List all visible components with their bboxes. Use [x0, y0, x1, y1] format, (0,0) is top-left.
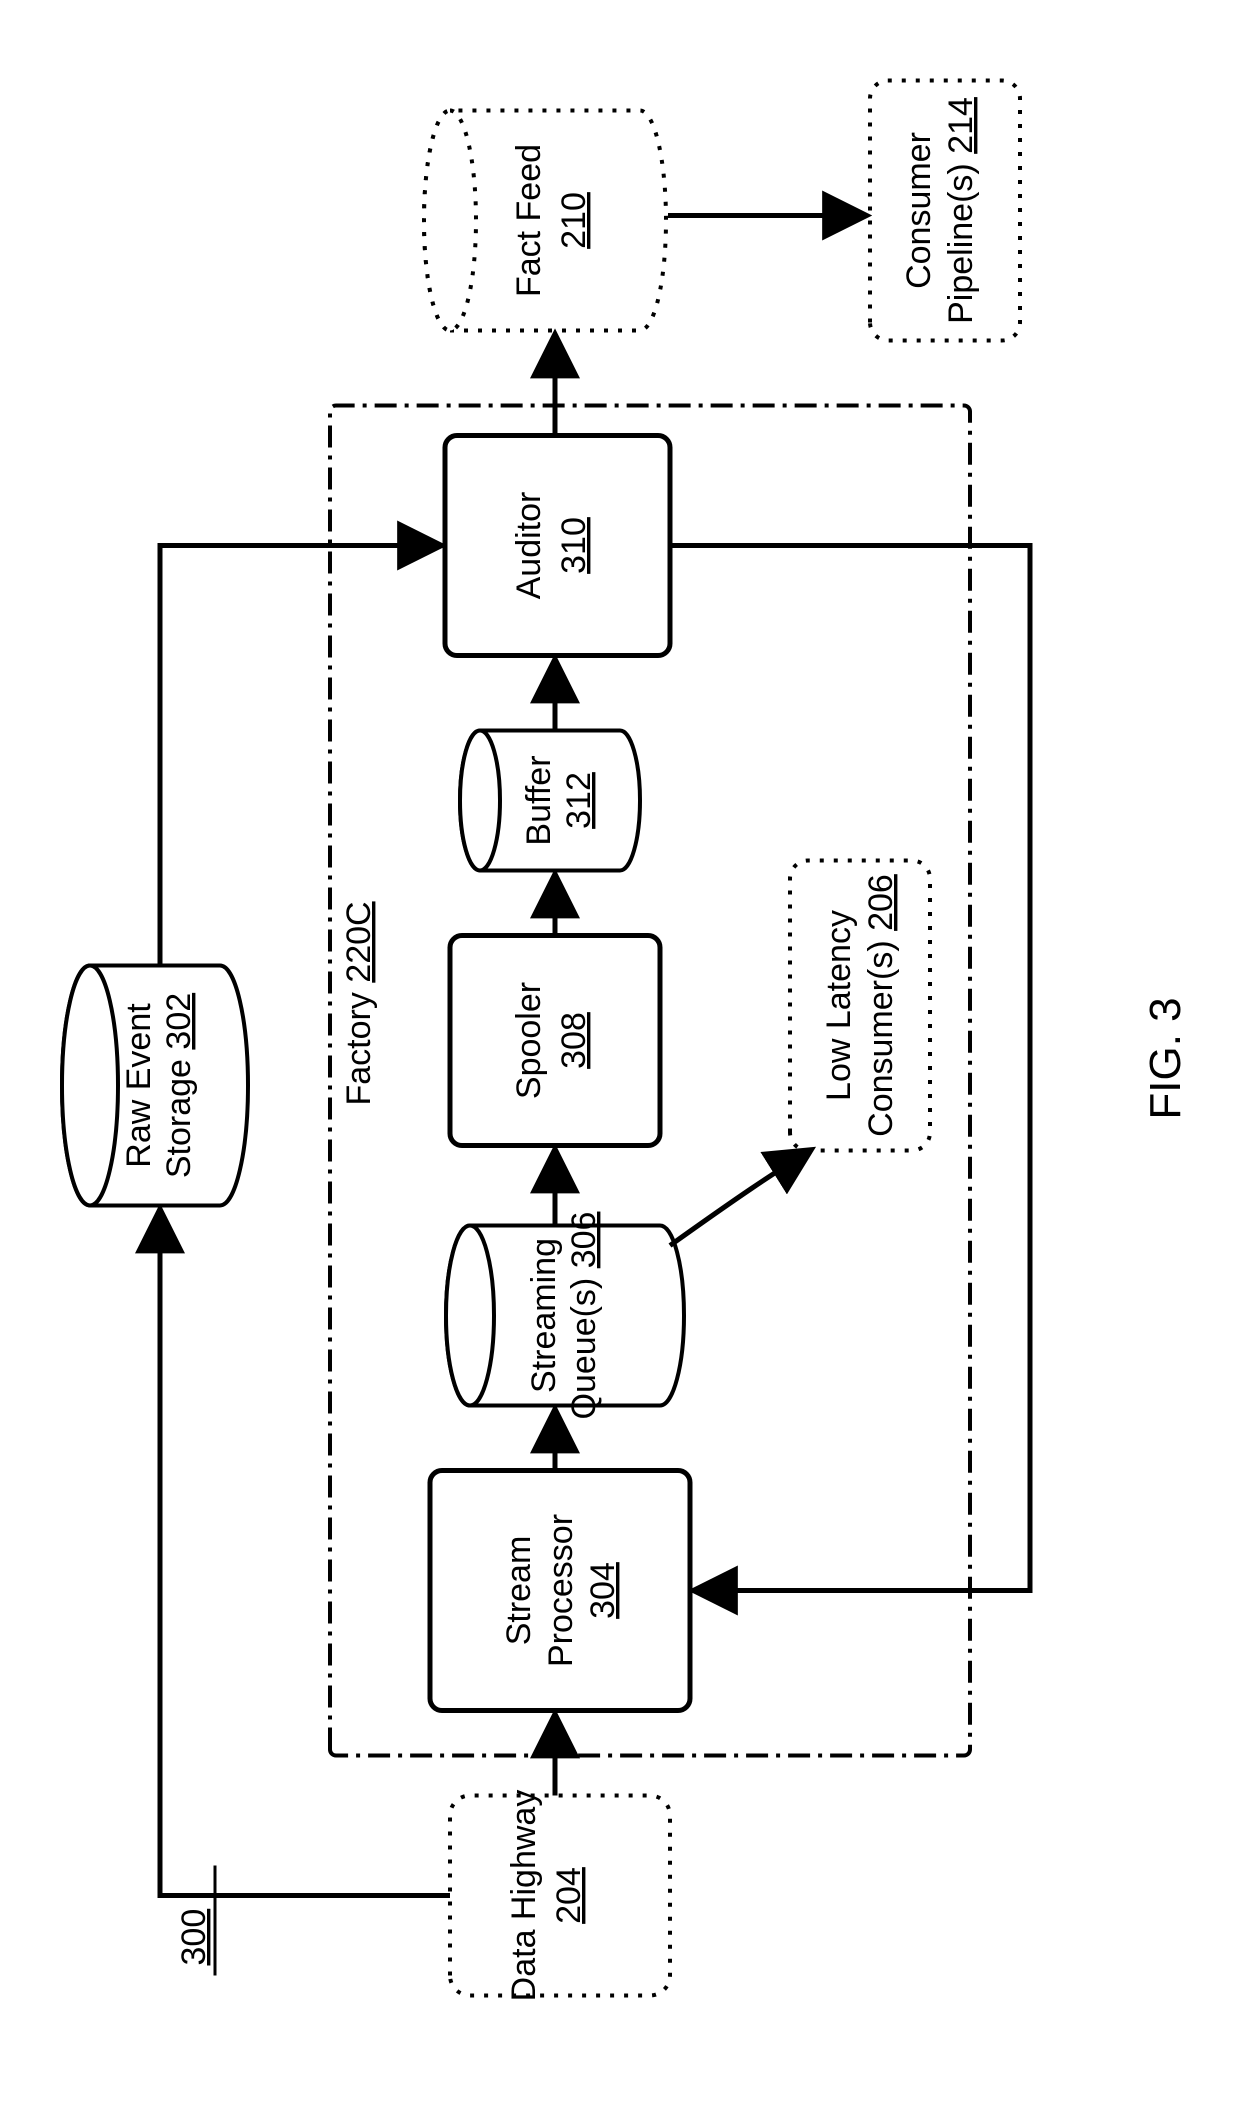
- raw-event-storage: Raw Event Storage 302: [62, 965, 248, 1205]
- svg-text:Fact Feed: Fact Feed: [510, 143, 548, 296]
- svg-text:Processor: Processor: [542, 1513, 580, 1666]
- svg-text:Auditor: Auditor: [510, 491, 548, 599]
- svg-text:Data Highway: Data Highway: [505, 1789, 543, 2001]
- svg-text:Consumer: Consumer: [900, 132, 938, 289]
- svg-text:Streaming: Streaming: [525, 1238, 563, 1393]
- svg-text:Queue(s) 306: Queue(s) 306: [565, 1211, 603, 1419]
- data-highway: Data Highway 204: [450, 1789, 670, 2001]
- streaming-queues: Streaming Queue(s) 306: [446, 1211, 684, 1419]
- svg-text:Stream: Stream: [500, 1535, 538, 1645]
- svg-text:304: 304: [584, 1562, 622, 1619]
- svg-text:204: 204: [550, 1867, 588, 1924]
- svg-text:Raw Event: Raw Event: [120, 1002, 158, 1167]
- buffer: Buffer 312: [460, 730, 640, 870]
- svg-text:312: 312: [560, 772, 598, 829]
- low-latency-consumers: Low Latency Consumer(s) 206: [790, 860, 930, 1150]
- svg-text:310: 310: [555, 517, 593, 574]
- consumer-pipelines: Consumer Pipeline(s) 214: [870, 80, 1020, 340]
- svg-text:Low Latency: Low Latency: [820, 910, 858, 1101]
- fact-feed: Fact Feed 210: [424, 110, 666, 330]
- svg-text:Pipeline(s) 214: Pipeline(s) 214: [942, 97, 980, 324]
- stream-processor: Stream Processor 304: [430, 1470, 690, 1710]
- auditor: Auditor 310: [445, 435, 670, 655]
- svg-text:Spooler: Spooler: [510, 981, 548, 1098]
- arrow-queues-to-lowlatency: [670, 1150, 810, 1245]
- diagram: 300 Raw Event Storage 302 Factory 220C D…: [0, 0, 1240, 2115]
- factory-label: Factory 220C: [340, 901, 378, 1105]
- svg-text:Storage 302: Storage 302: [160, 992, 198, 1177]
- arrow-datahw-to-rawstorage: [160, 1210, 450, 1895]
- overall-ref: 300: [175, 1908, 213, 1965]
- svg-text:210: 210: [555, 192, 593, 249]
- figure-caption: FIG. 3: [1141, 997, 1190, 1119]
- svg-text:308: 308: [555, 1012, 593, 1069]
- svg-text:Buffer: Buffer: [520, 755, 558, 845]
- spooler: Spooler 308: [450, 935, 660, 1145]
- arrow-rawstorage-to-auditor: [160, 545, 440, 965]
- svg-text:Consumer(s) 206: Consumer(s) 206: [862, 874, 900, 1137]
